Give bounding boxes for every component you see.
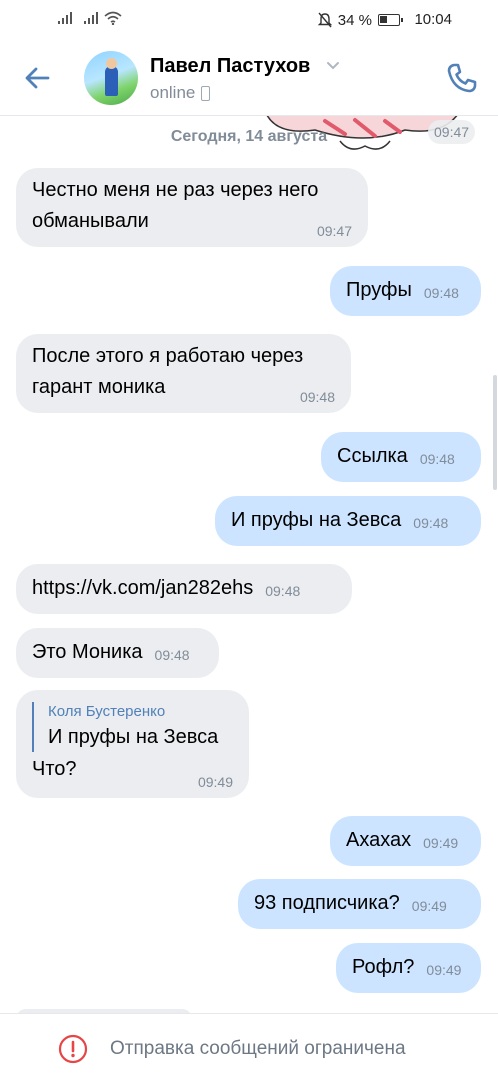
message-link[interactable]: https://vk.com/jan282ehs: [32, 577, 253, 599]
wifi-icon: [104, 11, 122, 25]
signal-icon: [58, 12, 72, 24]
message-time: 09:48: [413, 515, 449, 531]
message-time: 09:48: [419, 451, 455, 467]
incoming-message[interactable]: Честно меня не раз через него обманывали…: [16, 168, 368, 247]
signal-icon: [84, 12, 98, 24]
outgoing-message[interactable]: Ахахах 09:49: [330, 816, 481, 866]
message-time: 09:48: [423, 285, 459, 301]
incoming-message[interactable]: Коля Бустеренко И пруфы на Зевса Что? 09…: [16, 690, 249, 798]
reply-text: И пруфы на Зевса: [48, 726, 219, 748]
message-time: 09:48: [299, 389, 335, 405]
scrollbar[interactable]: [493, 375, 497, 490]
reply-quote[interactable]: Коля Бустеренко И пруфы на Зевса: [32, 702, 233, 752]
message-time: 09:48: [265, 583, 301, 599]
outgoing-message[interactable]: 93 подписчика? 09:49: [238, 879, 481, 929]
reply-author: Коля Бустеренко: [48, 703, 166, 720]
message-text: Ахахах: [346, 829, 412, 851]
outgoing-message[interactable]: Рофл? 09:49: [336, 943, 481, 993]
status-time: 10:04: [414, 11, 452, 28]
message-list[interactable]: 09:47 Сегодня, 14 августа Честно меня не…: [0, 116, 498, 1013]
message-text: И пруфы на Зевса: [231, 509, 402, 531]
message-text: Честно меня не раз через него обманывали: [32, 179, 319, 232]
restricted-notice-text: Отправка сообщений ограничена: [110, 1038, 406, 1059]
mute-icon: [317, 12, 332, 28]
warning-icon: [58, 1034, 88, 1064]
presence-status: online: [150, 83, 211, 103]
message-time: 09:49: [411, 898, 447, 914]
message-time: 09:49: [423, 835, 459, 851]
message-text: Ссылка: [337, 445, 408, 467]
incoming-message[interactable]: https://vk.com/jan282ehs 09:48: [16, 564, 352, 614]
back-arrow-icon[interactable]: [22, 62, 54, 94]
date-separator: Сегодня, 14 августа: [170, 128, 328, 145]
incoming-message[interactable]: Это Моника 09:48: [16, 628, 219, 678]
message-text: Это Моника: [32, 641, 143, 663]
message-time: 09:47: [316, 223, 352, 239]
incoming-message[interactable]: После этого я работаю через гарант моник…: [16, 334, 351, 413]
message-time: 09:48: [154, 647, 190, 663]
restricted-notice-bar: Отправка сообщений ограничена: [0, 1013, 498, 1080]
outgoing-message[interactable]: И пруфы на Зевса 09:48: [215, 496, 481, 546]
message-time: 09:49: [197, 774, 233, 790]
status-bar: 34 % 10:04: [0, 0, 498, 40]
message-time: 09:49: [426, 962, 462, 978]
chevron-down-icon[interactable]: [326, 60, 340, 70]
message-text: 93 подписчика?: [254, 892, 400, 914]
mobile-phone-icon: [201, 85, 211, 101]
message-text: Пруфы: [346, 279, 412, 301]
avatar[interactable]: [84, 51, 138, 105]
phone-call-icon[interactable]: [444, 60, 480, 96]
message-text: После этого я работаю через гарант моник…: [32, 345, 304, 398]
presence-text: online: [150, 83, 196, 102]
outgoing-message[interactable]: Ссылка 09:48: [321, 432, 481, 482]
battery-icon: [378, 14, 403, 26]
message-text: Рофл?: [352, 956, 415, 978]
battery-percent: 34 %: [337, 11, 372, 29]
contact-name[interactable]: Павел Пастухов: [150, 55, 310, 78]
chat-header: Павел Пастухов online: [0, 40, 498, 116]
outgoing-message[interactable]: Пруфы 09:48: [330, 266, 481, 316]
